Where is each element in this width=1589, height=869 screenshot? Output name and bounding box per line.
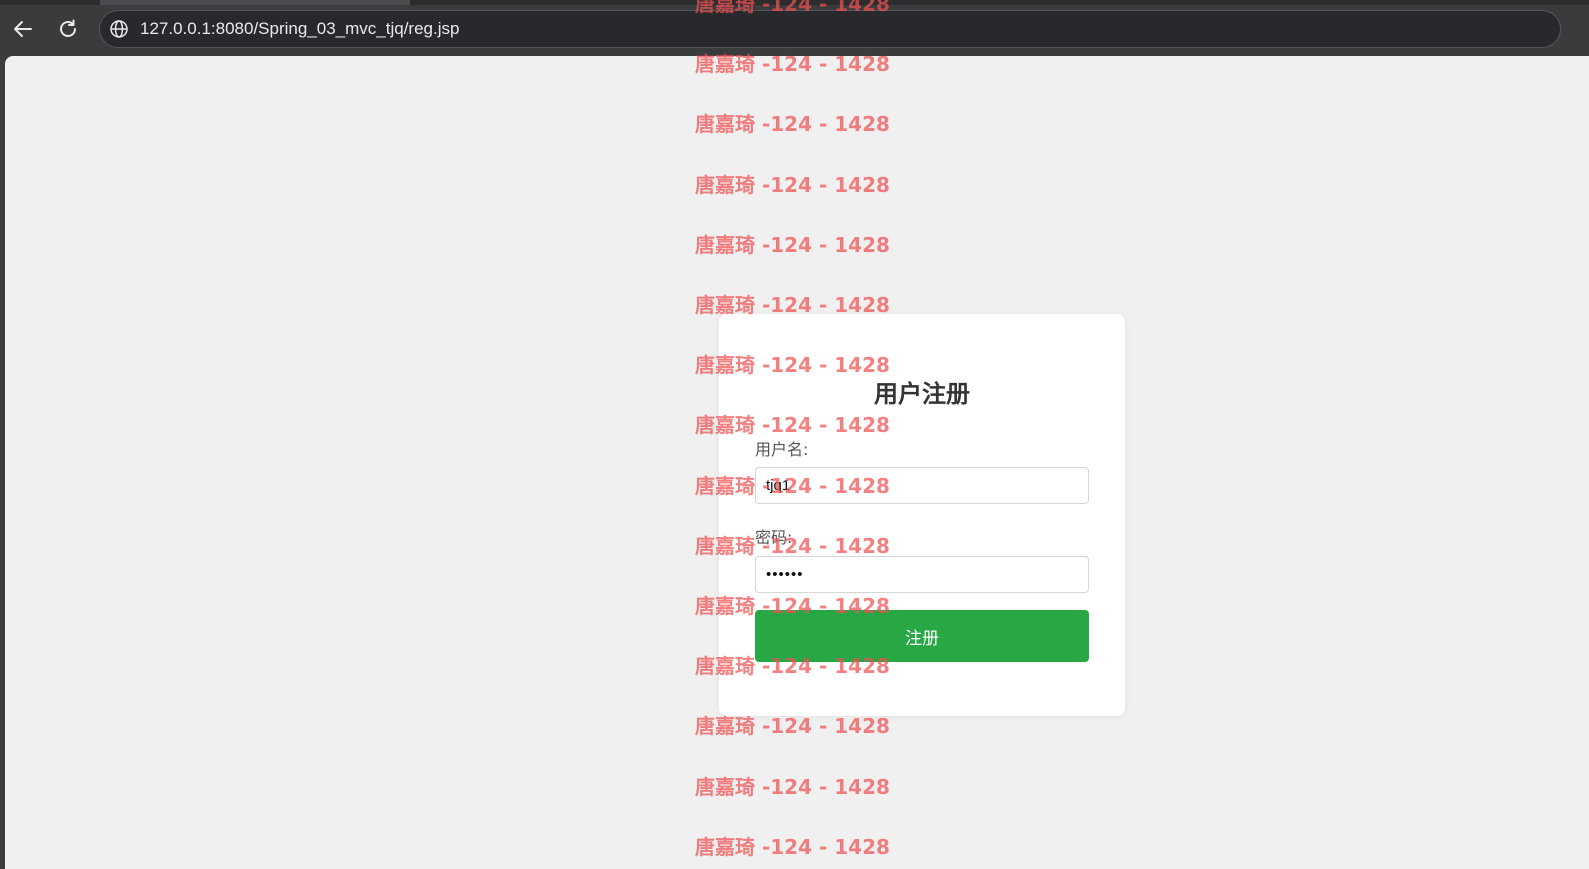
reload-button[interactable] bbox=[53, 14, 83, 44]
page-viewport: 用户注册 用户名: tjq1 密码: •••••• 注册 bbox=[5, 56, 1589, 869]
username-label: 用户名: bbox=[755, 440, 809, 459]
back-button[interactable] bbox=[8, 14, 38, 44]
address-bar[interactable]: 127.0.0.1:8080/Spring_03_mvc_tjq/reg.jsp bbox=[99, 10, 1561, 48]
password-input[interactable]: •••••• bbox=[755, 556, 1089, 593]
password-label: 密码: bbox=[755, 528, 793, 547]
register-card: 用户注册 用户名: tjq1 密码: •••••• 注册 bbox=[719, 314, 1125, 716]
active-tab[interactable] bbox=[100, 0, 410, 5]
arrow-left-icon bbox=[14, 21, 32, 37]
globe-icon[interactable] bbox=[108, 18, 130, 40]
browser-toolbar: 127.0.0.1:8080/Spring_03_mvc_tjq/reg.jsp bbox=[0, 0, 1589, 56]
url-text[interactable]: 127.0.0.1:8080/Spring_03_mvc_tjq/reg.jsp bbox=[140, 19, 459, 39]
reload-icon bbox=[60, 19, 76, 37]
register-button[interactable]: 注册 bbox=[755, 610, 1089, 662]
page-title: 用户注册 bbox=[874, 380, 970, 408]
username-input[interactable]: tjq1 bbox=[755, 467, 1089, 504]
